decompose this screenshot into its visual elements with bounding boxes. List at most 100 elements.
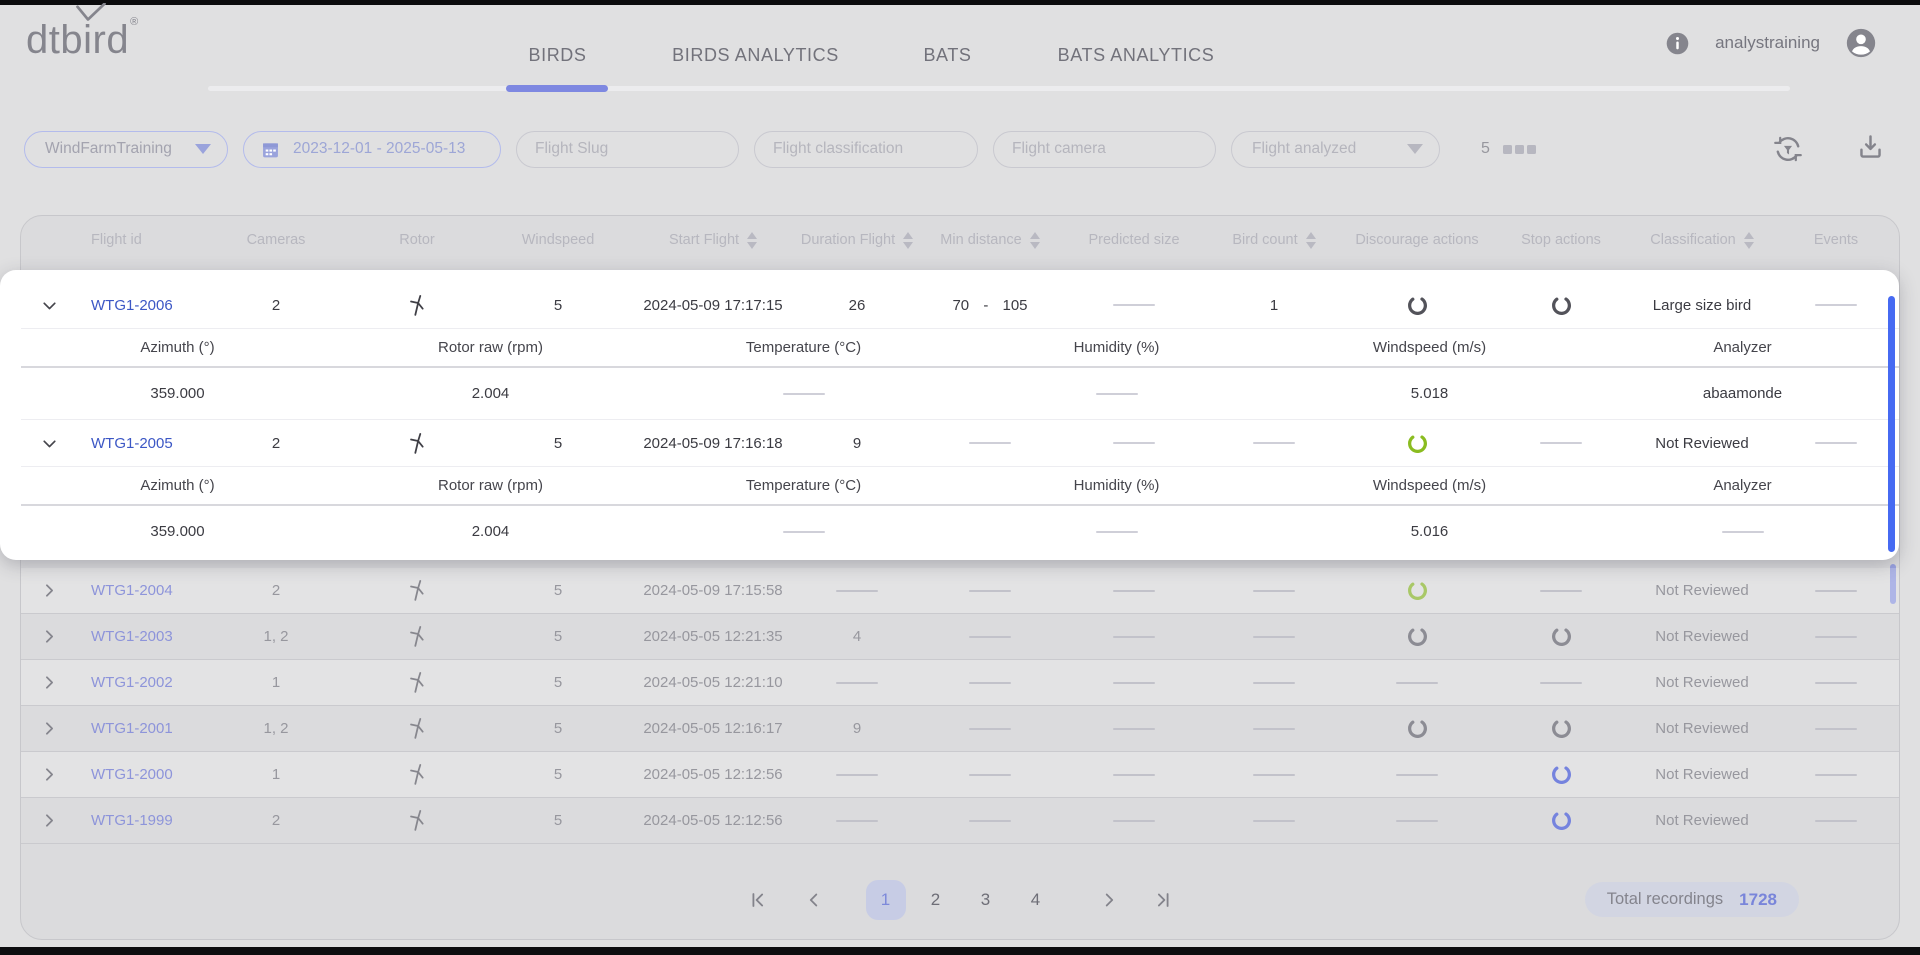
expand-row-button[interactable] <box>21 764 77 785</box>
expand-row-button[interactable] <box>21 672 77 693</box>
column-header-start-flight[interactable]: Start Flight <box>629 232 797 249</box>
logo-text: dtb <box>26 18 83 62</box>
collapse-row-button[interactable] <box>21 295 77 316</box>
cameras-cell: 1, 2 <box>205 628 347 645</box>
empty-value-dash <box>969 728 1011 730</box>
flights-table-card: Flight idCamerasRotorWindspeedStart Flig… <box>20 215 1900 940</box>
scrollbar-thumb[interactable] <box>1888 296 1895 552</box>
min-distance-cell <box>917 774 1063 776</box>
empty-value-dash <box>783 393 825 395</box>
flight-id-link[interactable]: WTG1-1999 <box>91 812 173 829</box>
empty-value-dash <box>1540 590 1582 592</box>
page-button-4[interactable]: 4 <box>1016 880 1056 920</box>
wind-turbine-icon <box>405 578 430 603</box>
flight-analyzed-select[interactable]: Flight analyzed <box>1231 131 1440 168</box>
flight-id-link[interactable]: WTG1-2003 <box>91 628 173 645</box>
sort-arrows-icon[interactable] <box>1744 232 1754 249</box>
empty-value-dash <box>836 820 878 822</box>
empty-value-dash <box>1096 531 1138 533</box>
bird-count-cell <box>1205 682 1343 684</box>
sort-arrows-icon[interactable] <box>1306 232 1316 249</box>
total-recordings-value: 1728 <box>1739 890 1777 910</box>
detail-value: 359.000 <box>21 523 334 540</box>
empty-value-dash <box>1253 728 1295 730</box>
tab-birds-analytics[interactable]: BIRDS ANALYTICS <box>668 40 843 70</box>
column-header-min-distance[interactable]: Min distance <box>917 232 1063 249</box>
flight-id-link[interactable]: WTG1-2000 <box>91 766 173 783</box>
expand-row-button[interactable] <box>21 626 77 647</box>
row-detail-header: Azimuth (°)Rotor raw (rpm)Temperature (°… <box>21 328 1899 368</box>
date-range-picker[interactable]: 2023-12-01 - 2025-05-13 <box>243 131 501 168</box>
min-distance-cell: 70 - 105 <box>917 297 1063 314</box>
empty-value-dash <box>969 774 1011 776</box>
empty-value-dash <box>1815 590 1857 592</box>
flight-classification-input[interactable] <box>754 131 978 168</box>
logo[interactable]: dtbird® <box>26 16 139 63</box>
windspeed-cell: 5 <box>487 582 629 599</box>
download-button[interactable] <box>1855 131 1886 167</box>
table-row[interactable]: WTG1-2004252024-05-09 17:15:58Not Review… <box>21 568 1899 614</box>
info-icon[interactable] <box>1664 30 1691 57</box>
collapse-row-button[interactable] <box>21 433 77 454</box>
classification-cell: Not Reviewed <box>1631 582 1773 599</box>
column-header-classification[interactable]: Classification <box>1631 232 1773 249</box>
table-row[interactable]: WTG1-2000152024-05-05 12:12:56Not Review… <box>21 752 1899 798</box>
action-ring-icon <box>1406 432 1429 455</box>
column-header-duration-flight[interactable]: Duration Flight <box>797 232 917 249</box>
table-row[interactable]: WTG1-2002152024-05-05 12:21:10Not Review… <box>21 660 1899 706</box>
predicted-size-cell <box>1063 636 1205 638</box>
sort-arrows-icon[interactable] <box>1030 232 1040 249</box>
last-page-button[interactable] <box>1143 880 1183 920</box>
stop-actions-cell <box>1491 442 1631 444</box>
action-ring-icon <box>1406 294 1429 317</box>
detail-column-label: Rotor raw (rpm) <box>334 477 647 494</box>
page-button-3[interactable]: 3 <box>966 880 1006 920</box>
flight-camera-input[interactable] <box>993 131 1216 168</box>
table-row[interactable]: WTG1-2006252024-05-09 17:17:152670 - 105… <box>21 282 1899 328</box>
sort-arrows-icon[interactable] <box>903 232 913 249</box>
first-page-button[interactable] <box>738 880 778 920</box>
table-row[interactable]: WTG1-20031, 252024-05-05 12:21:354Not Re… <box>21 614 1899 660</box>
windspeed-cell: 5 <box>487 435 629 452</box>
detail-column-label: Windspeed (m/s) <box>1273 339 1586 356</box>
registered-mark: ® <box>130 16 139 28</box>
flight-id-link[interactable]: WTG1-2004 <box>91 582 173 599</box>
filter-options-button[interactable] <box>1503 145 1536 154</box>
flight-id-cell: WTG1-2005 <box>77 435 205 452</box>
avatar-icon[interactable] <box>1844 26 1878 60</box>
expand-row-button[interactable] <box>21 810 77 831</box>
flight-id-link[interactable]: WTG1-2006 <box>91 297 173 314</box>
empty-value-dash <box>969 636 1011 638</box>
flight-id-link[interactable]: WTG1-2002 <box>91 674 173 691</box>
predicted-size-cell <box>1063 774 1205 776</box>
events-cell <box>1773 442 1899 444</box>
page-button-2[interactable]: 2 <box>916 880 956 920</box>
start-flight-cell: 2024-05-05 12:12:56 <box>629 812 797 829</box>
flight-id-link[interactable]: WTG1-2005 <box>91 435 173 452</box>
table-row[interactable]: WTG1-20011, 252024-05-05 12:16:179Not Re… <box>21 706 1899 752</box>
previous-page-button[interactable] <box>794 880 834 920</box>
tab-bats-analytics[interactable]: BATS ANALYTICS <box>1056 40 1216 70</box>
windspeed-cell: 5 <box>487 628 629 645</box>
tab-bats[interactable]: BATS <box>900 40 995 70</box>
tab-birds[interactable]: BIRDS <box>505 40 610 70</box>
flight-id-link[interactable]: WTG1-2001 <box>91 720 173 737</box>
flight-slug-input[interactable] <box>516 131 739 168</box>
next-page-button[interactable] <box>1089 880 1129 920</box>
wind-farm-select[interactable]: WindFarmTraining <box>24 131 228 168</box>
action-ring-icon <box>1550 625 1573 648</box>
stop-actions-cell <box>1491 763 1631 786</box>
table-row[interactable]: WTG1-1999252024-05-05 12:12:56Not Review… <box>21 798 1899 844</box>
expand-row-button[interactable] <box>21 580 77 601</box>
page-button-1[interactable]: 1 <box>866 880 906 920</box>
column-header-stop-actions: Stop actions <box>1491 232 1631 248</box>
empty-value-dash <box>1113 636 1155 638</box>
events-cell <box>1773 304 1899 306</box>
sort-arrows-icon[interactable] <box>747 232 757 249</box>
column-header-bird-count[interactable]: Bird count <box>1205 232 1343 249</box>
cameras-cell: 1, 2 <box>205 720 347 737</box>
expand-row-button[interactable] <box>21 718 77 739</box>
empty-value-dash <box>1540 442 1582 444</box>
reset-filters-button[interactable] <box>1770 131 1806 172</box>
table-row[interactable]: WTG1-2005252024-05-09 17:16:189Not Revie… <box>21 420 1899 466</box>
